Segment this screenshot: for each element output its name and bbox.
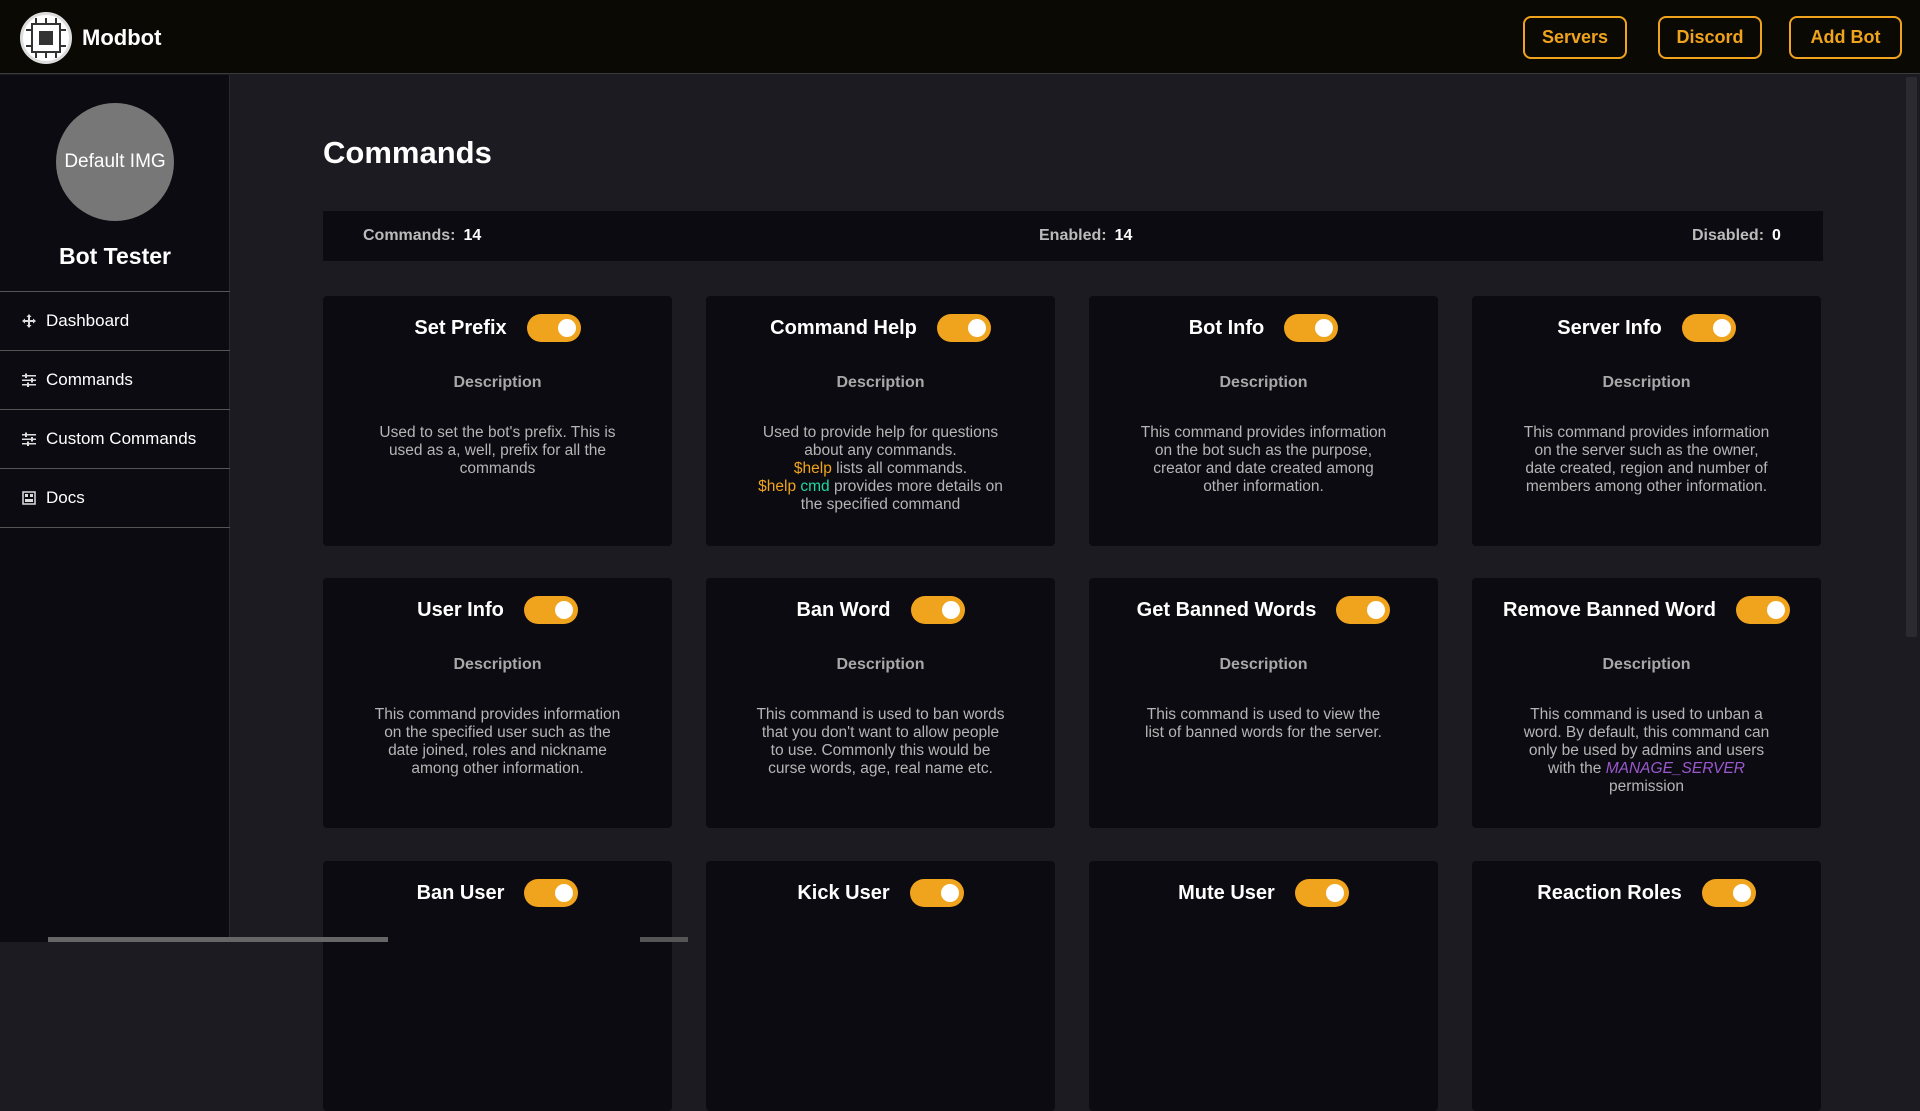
card-title: Remove Banned Word <box>1503 598 1716 621</box>
enable-toggle[interactable] <box>909 879 964 907</box>
command-card-set-prefix: Set Prefix Description Used to set the b… <box>323 296 672 546</box>
command-card-remove-banned-word: Remove Banned Word Description This comm… <box>1472 578 1821 828</box>
description-heading: Description <box>836 656 925 673</box>
page-title: Commands <box>323 135 492 170</box>
command-card-reaction-roles: Reaction Roles <box>1472 861 1821 1111</box>
enable-toggle[interactable] <box>1681 314 1736 342</box>
card-description: This command is used to ban words that y… <box>756 706 1005 777</box>
description-heading: Description <box>1602 374 1691 391</box>
enable-toggle[interactable] <box>1701 879 1756 907</box>
stats-bar: Commands: 14 Enabled: 14 Disabled: 0 <box>323 211 1823 261</box>
help-code: $help <box>758 478 797 495</box>
card-title: User Info <box>417 598 504 621</box>
command-card-mute-user: Mute User <box>1089 861 1438 1111</box>
description-heading: Description <box>1219 374 1308 391</box>
card-title: Bot Info <box>1188 316 1265 339</box>
sidebar-item-label: Custom Commands <box>46 429 197 448</box>
card-title: Kick User <box>797 881 890 904</box>
description-heading: Description <box>453 656 542 673</box>
brand[interactable]: Modbot <box>20 12 161 64</box>
move-icon <box>22 314 36 328</box>
sidebar: Default IMG Bot Tester Dashboard Command… <box>0 75 230 942</box>
command-card-ban-user: Ban User <box>323 861 672 1111</box>
card-title: Set Prefix <box>414 316 507 339</box>
horizontal-scrollbar[interactable] <box>48 937 388 942</box>
disabled-count: Disabled: 0 <box>1692 227 1781 244</box>
bot-name: Bot Tester <box>58 243 172 269</box>
command-card-user-info: User Info Description This command provi… <box>323 578 672 828</box>
enabled-count: Enabled: 14 <box>1039 227 1133 244</box>
enable-toggle[interactable] <box>526 314 581 342</box>
sliders-icon <box>22 373 36 387</box>
servers-button[interactable]: Servers <box>1523 16 1627 59</box>
description-heading: Description <box>1602 656 1691 673</box>
enable-toggle[interactable] <box>936 314 991 342</box>
card-title: Ban Word <box>796 598 891 621</box>
enable-toggle[interactable] <box>523 596 578 624</box>
description-heading: Description <box>1219 656 1308 673</box>
sliders-icon <box>22 432 36 446</box>
horizontal-scrollbar-thumb[interactable] <box>640 937 688 942</box>
card-description: This command is used to view the list of… <box>1145 706 1382 741</box>
card-title: Reaction Roles <box>1537 881 1682 904</box>
card-description: Used to provide help for questions about… <box>758 424 1003 513</box>
description-heading: Description <box>453 374 542 391</box>
cmd-code: cmd <box>800 478 830 495</box>
card-title: Get Banned Words <box>1136 598 1317 621</box>
sidebar-item-dashboard[interactable]: Dashboard <box>0 292 230 351</box>
card-description: Used to set the bot's prefix. This is us… <box>379 424 616 477</box>
command-card-server-info: Server Info Description This command pro… <box>1472 296 1821 546</box>
sidebar-item-docs[interactable]: Docs <box>0 469 230 528</box>
card-description: This command is used to unban a word. By… <box>1523 706 1770 795</box>
add-bot-button[interactable]: Add Bot <box>1789 16 1902 59</box>
card-description: This command provides information on the… <box>1523 424 1770 495</box>
discord-button[interactable]: Discord <box>1658 16 1762 59</box>
grid-icon <box>22 491 36 505</box>
card-title: Server Info <box>1557 316 1662 339</box>
card-title: Ban User <box>416 881 505 904</box>
command-card-ban-word: Ban Word Description This command is use… <box>706 578 1055 828</box>
sidebar-item-custom-commands[interactable]: Custom Commands <box>0 410 230 469</box>
enable-toggle[interactable] <box>524 879 579 907</box>
enable-toggle[interactable] <box>910 596 965 624</box>
brand-name: Modbot <box>82 25 162 50</box>
vertical-scrollbar[interactable] <box>1903 75 1920 942</box>
sidebar-item-label: Docs <box>46 488 85 507</box>
enable-toggle[interactable] <box>1736 596 1790 624</box>
logo-icon <box>20 12 72 64</box>
enable-toggle[interactable] <box>1294 879 1349 907</box>
card-description: This command provides information on the… <box>374 706 621 777</box>
command-card-bot-info: Bot Info Description This command provid… <box>1089 296 1438 546</box>
sidebar-menu: Dashboard Commands Custom Commands Docs <box>0 291 230 528</box>
avatar: Default IMG <box>56 103 174 221</box>
card-description: This command provides information on the… <box>1140 424 1387 495</box>
enable-toggle[interactable] <box>1284 314 1339 342</box>
command-card-command-help: Command Help Description Used to provide… <box>706 296 1055 546</box>
command-card-get-banned-words: Get Banned Words Description This comman… <box>1089 578 1438 828</box>
permission-name: MANAGE_SERVER <box>1605 760 1745 777</box>
command-card-kick-user: Kick User <box>706 861 1055 1111</box>
card-title: Command Help <box>770 316 917 339</box>
enable-toggle[interactable] <box>1336 596 1391 624</box>
help-code: $help <box>793 460 832 477</box>
card-title: Mute User <box>1178 881 1275 904</box>
commands-count: Commands: 14 <box>363 227 482 244</box>
scrollbar-thumb[interactable] <box>1906 77 1917 637</box>
description-heading: Description <box>836 374 925 391</box>
top-navbar: Modbot Servers Discord Add Bot <box>0 0 1920 74</box>
sidebar-item-label: Commands <box>46 370 133 389</box>
sidebar-item-label: Dashboard <box>46 311 130 330</box>
sidebar-item-commands[interactable]: Commands <box>0 351 230 410</box>
